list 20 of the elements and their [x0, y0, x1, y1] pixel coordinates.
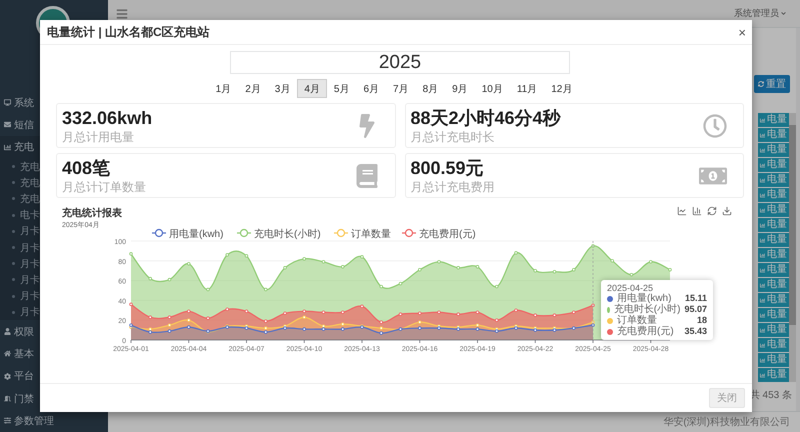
- stat-value: 800.59元: [410, 156, 485, 178]
- tooltip-value: 18: [696, 315, 707, 326]
- stat-value: 88天2小时46分4秒: [410, 106, 561, 128]
- tooltip-value: 95.07: [684, 304, 707, 315]
- tooltip-value: 15.11: [684, 293, 707, 304]
- stat-value: 332.06kwh: [62, 106, 152, 128]
- tooltip-series-name: 充电费用(元): [617, 326, 675, 337]
- stat-value: 408笔: [62, 156, 112, 178]
- tooltip-value: 35.43: [684, 326, 707, 337]
- tooltip-title: 2025-04-25: [607, 283, 654, 293]
- tooltip-series-name: 用电量(kwh): [617, 293, 672, 304]
- footer-text: 华安(深圳)科技物业有限公司: [663, 416, 790, 429]
- tooltip-series-name: 充电时长(小时): [614, 304, 680, 315]
- stat-label: 月总计充电费用: [410, 178, 494, 194]
- stat-label: 月总计订单数量: [62, 178, 146, 194]
- stat-label: 月总计充电时长: [410, 128, 496, 144]
- tooltip-series-name: 订单数量: [617, 315, 658, 326]
- stat-label: 月总计用电量: [62, 128, 135, 144]
- chart-title: 充电统计报表: [62, 206, 122, 220]
- dialog-title: 电量统计 | 山水名都C区充电站: [47, 24, 210, 40]
